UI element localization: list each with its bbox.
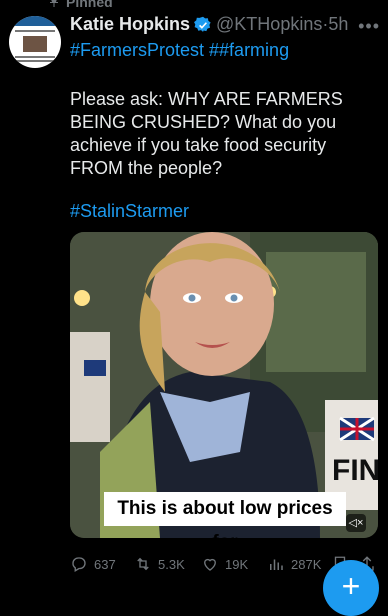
hashtags-line[interactable]: #FarmersProtest ##farming <box>70 40 289 61</box>
repost-button[interactable]: 5.3K <box>134 555 185 573</box>
repost-icon <box>137 557 149 571</box>
pinned-label: Pinned <box>66 0 113 10</box>
reply-count: 637 <box>94 556 116 572</box>
heart-icon <box>204 558 216 571</box>
like-count: 19K <box>225 556 249 572</box>
pinned-indicator: Pinned <box>48 0 113 10</box>
views-count: 287K <box>291 556 322 572</box>
tweet-header: Katie Hopkins @KTHopkins · 5h <box>70 14 378 35</box>
pin-icon <box>50 0 58 7</box>
views-button[interactable]: 287K <box>267 555 321 573</box>
reply-button[interactable]: 637 <box>70 555 116 573</box>
author-handle[interactable]: @KTHopkins <box>216 14 322 35</box>
post-time[interactable]: 5h <box>328 14 348 35</box>
analytics-icon <box>270 559 283 570</box>
mute-icon[interactable]: ◁× <box>346 514 366 532</box>
verified-badge-icon <box>194 16 211 32</box>
reply-icon <box>72 557 86 572</box>
repost-count: 5.3K <box>158 556 185 572</box>
like-button[interactable]: 19K <box>201 555 248 573</box>
more-options-icon[interactable]: ••• <box>358 16 380 37</box>
tweet-text: Please ask: WHY ARE FARMERS BEING CRUSHE… <box>70 89 343 178</box>
sign-text: FIN <box>332 454 378 487</box>
avatar[interactable] <box>9 16 61 68</box>
author-name[interactable]: Katie Hopkins <box>70 14 190 35</box>
video-caption: This is about low prices for <box>104 492 346 553</box>
hashtag-link[interactable]: #StalinStarmer <box>70 201 189 222</box>
compose-button[interactable]: + <box>323 560 379 616</box>
